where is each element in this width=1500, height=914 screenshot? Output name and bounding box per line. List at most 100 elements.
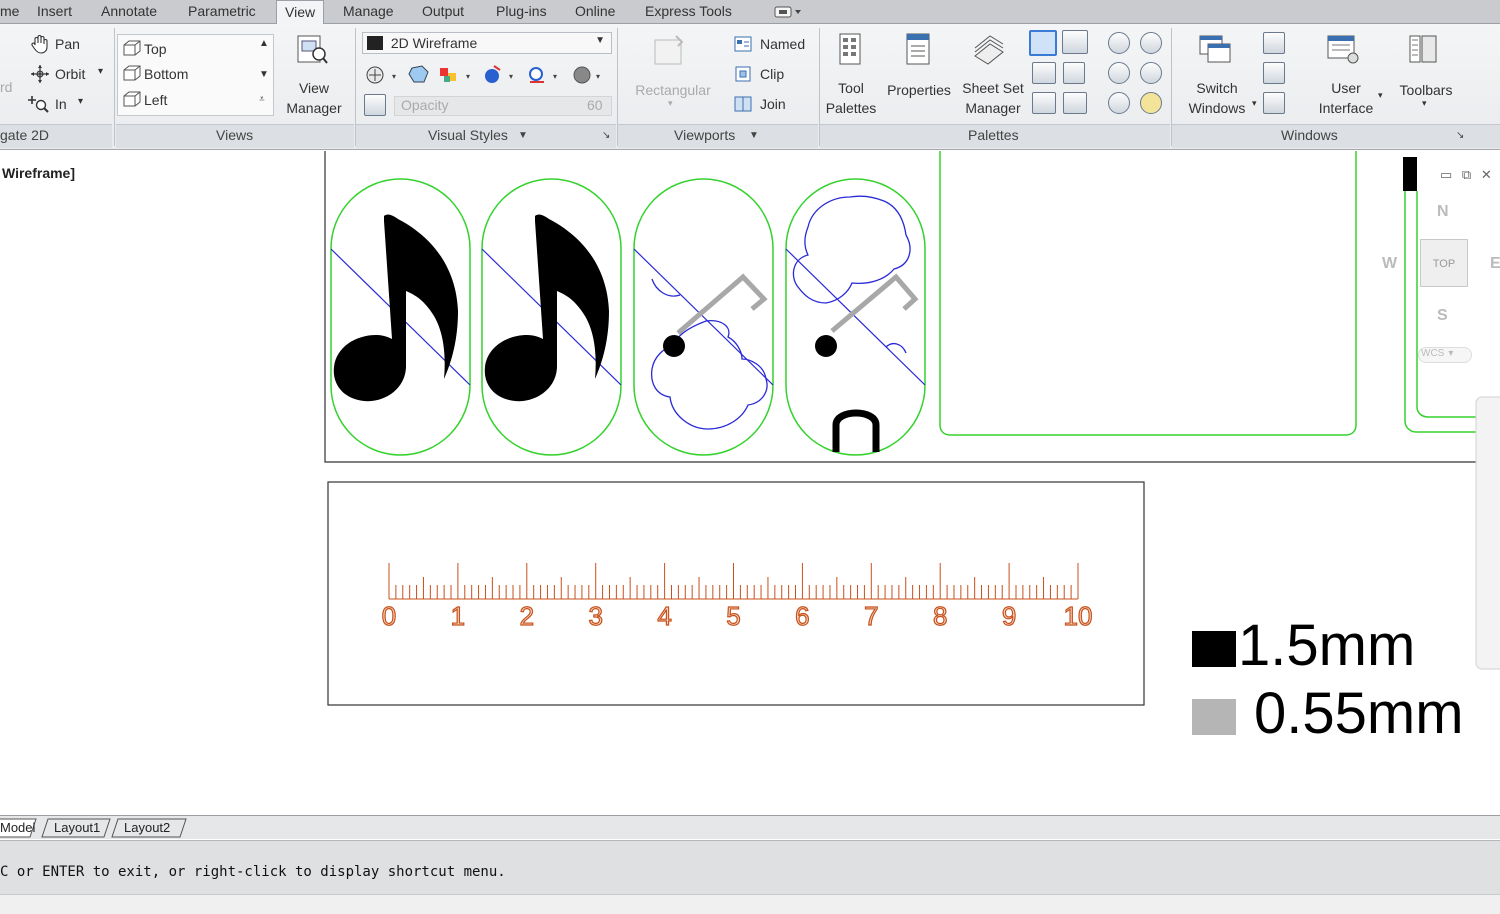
tile-vertically-icon[interactable] xyxy=(1263,62,1285,84)
design-center-icon[interactable] xyxy=(1062,30,1088,54)
palette-tool-3-icon[interactable] xyxy=(1108,62,1130,84)
minimize-icon[interactable]: ▭ xyxy=(1440,167,1452,182)
cascade-icon[interactable] xyxy=(1263,92,1285,114)
visual-style-tools-row[interactable]: ▾ ▾ ▾ ▾ ▾ xyxy=(364,64,604,86)
music-note-icon xyxy=(333,214,458,402)
visual-styles-panel-title[interactable]: Visual Styles xyxy=(428,127,508,143)
switch-windows-dropdown-icon[interactable]: ▾ xyxy=(1252,98,1257,109)
zoom-dropdown-icon[interactable]: ▾ xyxy=(78,96,83,107)
user-interface-label-2: Interface xyxy=(1318,100,1374,116)
tool-palettes-label-2: Palettes xyxy=(825,100,877,116)
legend-black-label: 1.5mm xyxy=(1238,613,1416,678)
zoom-in-button[interactable]: In xyxy=(55,96,67,112)
tab-parametric[interactable]: Parametric xyxy=(188,3,256,19)
view-top-icon xyxy=(123,40,141,56)
user-interface-dropdown-icon[interactable]: ▾ xyxy=(1378,90,1383,101)
content-browser-icon[interactable] xyxy=(1063,92,1087,114)
compass-north[interactable]: N xyxy=(1437,203,1449,221)
pan-button[interactable]: Pan xyxy=(55,36,80,52)
visual-styles-dialog-launcher-icon[interactable]: ↘ xyxy=(602,130,610,141)
navigate-panel-title[interactable]: gate 2D xyxy=(0,127,49,143)
toolbars-button[interactable]: Toolbars xyxy=(1394,80,1458,100)
view-manager-label-1: View xyxy=(298,80,330,96)
view-bottom-icon xyxy=(123,65,141,81)
tab-layout1[interactable]: Layout1 xyxy=(54,820,100,835)
tab-home[interactable]: me xyxy=(0,3,19,19)
tab-view[interactable]: View xyxy=(276,0,325,25)
tab-insert[interactable]: Insert xyxy=(37,3,72,19)
tile-horizontally-icon[interactable] xyxy=(1263,32,1285,54)
tool-palettes-button[interactable]: Tool Palettes xyxy=(822,78,880,118)
wcs-menu[interactable]: WCS ▾ xyxy=(1418,347,1472,363)
pill-shape-4[interactable] xyxy=(785,178,926,456)
rectangular-dropdown-icon[interactable]: ▾ xyxy=(668,98,673,109)
quickcalc-icon[interactable] xyxy=(1063,62,1085,84)
views-panel-title[interactable]: Views xyxy=(216,127,253,143)
tab-express-tools[interactable]: Express Tools xyxy=(645,3,732,19)
compass-east[interactable]: E xyxy=(1490,255,1500,273)
compass-west[interactable]: W xyxy=(1382,255,1397,273)
orbit-dropdown-icon[interactable]: ▾ xyxy=(98,66,103,77)
ribbon-minimize-dropdown-icon[interactable] xyxy=(774,5,802,19)
toolbars-dropdown-icon[interactable]: ▾ xyxy=(1422,98,1427,109)
view-left-item[interactable]: Left xyxy=(144,92,167,108)
view-top-item[interactable]: Top xyxy=(144,41,167,57)
gallery-scroll-down-icon[interactable]: ▼ xyxy=(259,69,269,80)
viewports-dropdown-icon[interactable]: ▼ xyxy=(749,130,759,141)
navigation-bar[interactable] xyxy=(1475,396,1500,670)
visual-styles-dropdown-icon[interactable]: ▼ xyxy=(518,130,528,141)
pill-shape-1[interactable] xyxy=(330,178,471,456)
restore-icon[interactable]: ⧉ xyxy=(1462,167,1471,182)
pill-shape-2[interactable] xyxy=(481,178,622,456)
orbit-button[interactable]: Orbit xyxy=(55,66,85,82)
palette-tool-1-icon[interactable] xyxy=(1108,32,1130,54)
arch-shape xyxy=(832,409,880,452)
windows-panel-title[interactable]: Windows xyxy=(1281,127,1338,143)
sheet-set-manager-button[interactable]: Sheet Set Manager xyxy=(958,78,1028,118)
tab-layout2[interactable]: Layout2 xyxy=(124,820,170,835)
view-manager-button[interactable]: View Manager xyxy=(280,78,348,118)
user-interface-button[interactable]: User Interface xyxy=(1308,78,1384,118)
opacity-slider[interactable]: Opacity 60 xyxy=(394,96,612,116)
green-outline-rect[interactable] xyxy=(939,151,1357,436)
dbconnect-icon[interactable] xyxy=(1032,92,1056,114)
clip-viewport-icon xyxy=(735,66,751,82)
legend-gray-swatch xyxy=(1192,699,1236,735)
palette-tool-2-icon[interactable] xyxy=(1140,32,1162,54)
drawing-viewport[interactable]: Wireframe] 0 1 2 3 4 5 6 7 8 9 10 ▭ ⧉ ✕ … xyxy=(0,151,1500,815)
tab-annotate[interactable]: Annotate xyxy=(101,3,157,19)
view-bottom-item[interactable]: Bottom xyxy=(144,66,188,82)
rectangular-viewport-button[interactable]: Rectangular xyxy=(628,80,718,100)
switch-windows-button[interactable]: Switch Windows xyxy=(1180,78,1254,118)
xray-toggle-icon[interactable] xyxy=(364,94,386,116)
visual-style-select[interactable]: 2D Wireframe ▼ xyxy=(362,32,612,54)
join-viewports-button[interactable]: Join xyxy=(760,96,786,112)
clip-viewport-button[interactable]: Clip xyxy=(760,66,784,82)
gallery-scroll-up-icon[interactable]: ▲ xyxy=(259,38,269,49)
command-input-strip[interactable] xyxy=(0,894,1500,914)
palettes-panel-title[interactable]: Palettes xyxy=(968,127,1019,143)
properties-button[interactable]: Properties xyxy=(884,80,954,100)
orbit-icon xyxy=(31,65,49,83)
tab-model[interactable]: Model xyxy=(0,820,35,835)
tab-manage[interactable]: Manage xyxy=(343,3,394,19)
compass-south[interactable]: S xyxy=(1437,307,1448,325)
command-line-toggle-icon[interactable] xyxy=(1029,30,1057,56)
command-line[interactable]: C or ENTER to exit, or right-click to di… xyxy=(0,840,1500,894)
palette-tool-6-icon[interactable] xyxy=(1140,92,1162,114)
viewcube-top-face[interactable]: TOP xyxy=(1420,239,1468,287)
viewports-panel-title[interactable]: Viewports xyxy=(674,127,735,143)
panel-separator xyxy=(114,28,115,146)
tab-plugins[interactable]: Plug-ins xyxy=(496,3,547,19)
tab-output[interactable]: Output xyxy=(422,3,464,19)
palette-tool-4-icon[interactable] xyxy=(1140,62,1162,84)
pill-shape-3[interactable] xyxy=(633,178,774,456)
palette-tool-5-icon[interactable] xyxy=(1108,92,1130,114)
viewport-window-controls[interactable]: ▭ ⧉ ✕ xyxy=(1440,167,1500,185)
markup-set-icon[interactable] xyxy=(1032,62,1056,84)
named-viewports-button[interactable]: Named xyxy=(760,36,805,52)
close-icon[interactable]: ✕ xyxy=(1481,167,1492,182)
tab-online[interactable]: Online xyxy=(575,3,615,19)
gallery-expand-icon[interactable]: ⩡ xyxy=(259,94,265,105)
windows-dialog-launcher-icon[interactable]: ↘ xyxy=(1456,130,1464,141)
